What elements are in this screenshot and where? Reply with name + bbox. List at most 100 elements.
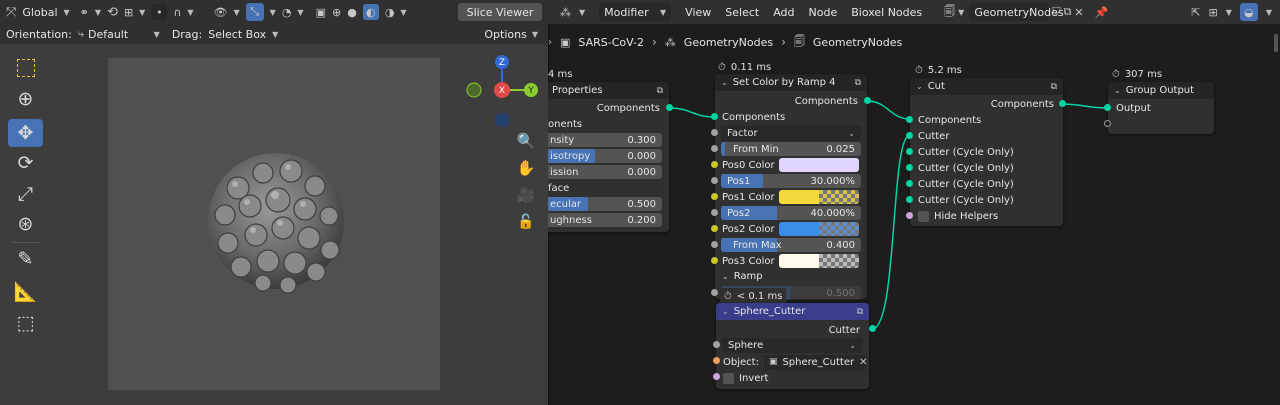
- pivot-icon[interactable]: ⚭: [80, 6, 89, 19]
- density-field[interactable]: nsity 0.300: [548, 133, 662, 147]
- invert-label: Invert: [739, 372, 769, 384]
- emission-field[interactable]: ission 0.000: [548, 165, 662, 179]
- pos1-color-swatch[interactable]: [779, 190, 859, 204]
- group-output-node[interactable]: ⌄ Group Output Output: [1108, 82, 1214, 134]
- sphere-cutter-header[interactable]: ⌄ Sphere_Cutter ⧉: [716, 303, 869, 320]
- navigation-gizmo[interactable]: Z Y X: [462, 52, 544, 134]
- transform-orientation-icon[interactable]: ⤧: [6, 5, 16, 20]
- measure-tool-icon[interactable]: 📐: [8, 277, 43, 305]
- proportional-edit-icon[interactable]: •: [151, 4, 168, 20]
- collapse-icon[interactable]: ⌄: [1114, 86, 1121, 95]
- transform-tool-icon[interactable]: ⊛: [8, 210, 43, 238]
- pos1-color-socket[interactable]: [711, 193, 718, 200]
- object-socket[interactable]: [713, 357, 720, 364]
- sphere-cutter-output-socket[interactable]: [869, 325, 876, 332]
- hide-helpers-socket[interactable]: [906, 212, 913, 219]
- from-min-field[interactable]: From Min 0.025: [721, 142, 861, 156]
- render-canvas[interactable]: [108, 58, 440, 390]
- scale-tool-icon[interactable]: ⤢: [8, 180, 43, 208]
- from-min-socket[interactable]: [711, 145, 718, 152]
- ramp-hidden-socket[interactable]: [711, 289, 718, 296]
- lock-icon[interactable]: 🔓: [514, 211, 538, 233]
- pos0-socket[interactable]: [711, 161, 718, 168]
- snap-icon[interactable]: ⟲: [107, 5, 118, 20]
- pos2-field[interactable]: Pos2 40.000%: [721, 206, 861, 220]
- roughness-field[interactable]: ughness 0.200: [548, 213, 662, 227]
- overlays-icon[interactable]: ◔: [282, 6, 292, 19]
- sphere-cutter-node[interactable]: ⌄ Sphere_Cutter ⧉ Cutter Sphere ⌄ Object: ▣…: [716, 303, 869, 389]
- shape-dropdown[interactable]: Sphere ⌄: [722, 338, 862, 353]
- ramp-node-header[interactable]: ⌄ Set Color by Ramp 4 ⧉: [715, 74, 867, 91]
- invert-checkbox[interactable]: [723, 372, 734, 384]
- pan-hand-icon[interactable]: ✋: [514, 157, 538, 179]
- cut-output-socket[interactable]: [1059, 100, 1066, 107]
- cut-cycle-socket-3[interactable]: [906, 180, 913, 187]
- object-field[interactable]: ▣ Sphere_Cutter ✕: [763, 354, 868, 370]
- wireframe-shading-icon[interactable]: ⊕: [332, 6, 341, 19]
- pos3-color-swatch[interactable]: [779, 254, 859, 268]
- cut-cycle-socket-2[interactable]: [906, 164, 913, 171]
- xray-icon[interactable]: ▣: [316, 6, 326, 19]
- group-output-header[interactable]: ⌄ Group Output: [1108, 82, 1214, 99]
- surface-section-label: face: [548, 182, 570, 194]
- pos3-color-socket[interactable]: [711, 257, 718, 264]
- pos2-socket[interactable]: [711, 209, 718, 216]
- solid-shading-icon[interactable]: ●: [347, 6, 357, 19]
- orientation-dropdown[interactable]: ⤷ Default ▼: [78, 27, 160, 41]
- orientation-space-dropdown[interactable]: Global: [22, 6, 57, 19]
- rendered-shading-icon[interactable]: ◑: [385, 6, 395, 19]
- from-max-socket[interactable]: [711, 241, 718, 248]
- properties-node[interactable]: Properties ⧉ Components onents nsity 0.300…: [548, 82, 669, 232]
- collapse-icon[interactable]: ⌄: [722, 307, 729, 316]
- rotate-tool-icon[interactable]: ⟳: [8, 149, 43, 177]
- group-output-empty-socket[interactable]: [1104, 120, 1111, 127]
- specular-field[interactable]: ecular 0.500: [548, 197, 662, 211]
- factor-socket[interactable]: [711, 129, 718, 136]
- group-output-socket[interactable]: [1104, 104, 1111, 111]
- falloff-curve-icon[interactable]: ∩: [173, 6, 181, 19]
- cut-node[interactable]: ⌄ Cut ⧉ Components Components Cutter Cutte…: [910, 78, 1063, 226]
- slice-viewer-button[interactable]: Slice Viewer: [458, 3, 542, 21]
- options-dropdown[interactable]: Options ▼: [484, 28, 538, 41]
- invert-row[interactable]: Invert: [716, 370, 869, 386]
- add-cube-tool-icon[interactable]: ⬚: [8, 309, 43, 337]
- hide-helpers-row[interactable]: Hide Helpers: [910, 208, 1063, 224]
- pos1-socket[interactable]: [711, 177, 718, 184]
- material-shading-icon[interactable]: ◐: [362, 4, 379, 20]
- cut-node-header[interactable]: ⌄ Cut ⧉: [910, 78, 1063, 95]
- pos0-color-swatch[interactable]: [779, 158, 859, 172]
- shape-socket[interactable]: [713, 341, 720, 348]
- ramp-section-row[interactable]: ⌄ Ramp: [715, 268, 867, 284]
- hide-helpers-checkbox[interactable]: [918, 210, 929, 222]
- anisotropy-field[interactable]: isotropy 0.000: [548, 149, 662, 163]
- chevron-down-icon[interactable]: ▼: [64, 8, 70, 17]
- pos2-color-socket[interactable]: [711, 225, 718, 232]
- snap-increment-icon[interactable]: ⊞: [124, 6, 133, 19]
- gizmo-icon[interactable]: ⤡: [245, 3, 264, 21]
- visibility-eye-icon[interactable]: 👁: [214, 6, 228, 19]
- pos1-field[interactable]: Pos1 30.000%: [721, 174, 861, 188]
- ramp-output-socket[interactable]: [864, 97, 871, 104]
- properties-node-header[interactable]: Properties ⧉: [548, 82, 669, 99]
- cursor-tool-icon[interactable]: ⊕: [8, 85, 43, 113]
- collapse-icon[interactable]: ⌄: [721, 78, 728, 87]
- pos2-color-swatch[interactable]: [779, 222, 859, 236]
- collapse-icon[interactable]: ⌄: [916, 82, 923, 91]
- select-box-tool-icon[interactable]: [8, 54, 43, 82]
- invert-socket[interactable]: [713, 373, 720, 380]
- camera-icon[interactable]: 🎥: [514, 184, 538, 206]
- factor-dropdown[interactable]: Factor ⌄: [721, 126, 861, 141]
- set-color-by-ramp-node[interactable]: ⌄ Set Color by Ramp 4 ⧉ Components Compone…: [715, 74, 867, 300]
- cut-cycle-socket-4[interactable]: [906, 196, 913, 203]
- ramp-input-socket[interactable]: [711, 113, 718, 120]
- annotate-tool-icon[interactable]: ✎: [8, 245, 43, 273]
- cut-cutter-socket[interactable]: [906, 132, 913, 139]
- cut-components-socket[interactable]: [906, 116, 913, 123]
- cut-cycle-socket-1[interactable]: [906, 148, 913, 155]
- properties-output-socket[interactable]: [666, 104, 673, 111]
- move-tool-icon[interactable]: ✥: [8, 119, 43, 147]
- clear-icon[interactable]: ✕: [859, 357, 867, 368]
- from-max-field[interactable]: From Max 0.400: [721, 238, 861, 252]
- drag-dropdown[interactable]: Select Box ▼: [208, 28, 278, 41]
- zoom-icon[interactable]: 🔍: [514, 130, 538, 152]
